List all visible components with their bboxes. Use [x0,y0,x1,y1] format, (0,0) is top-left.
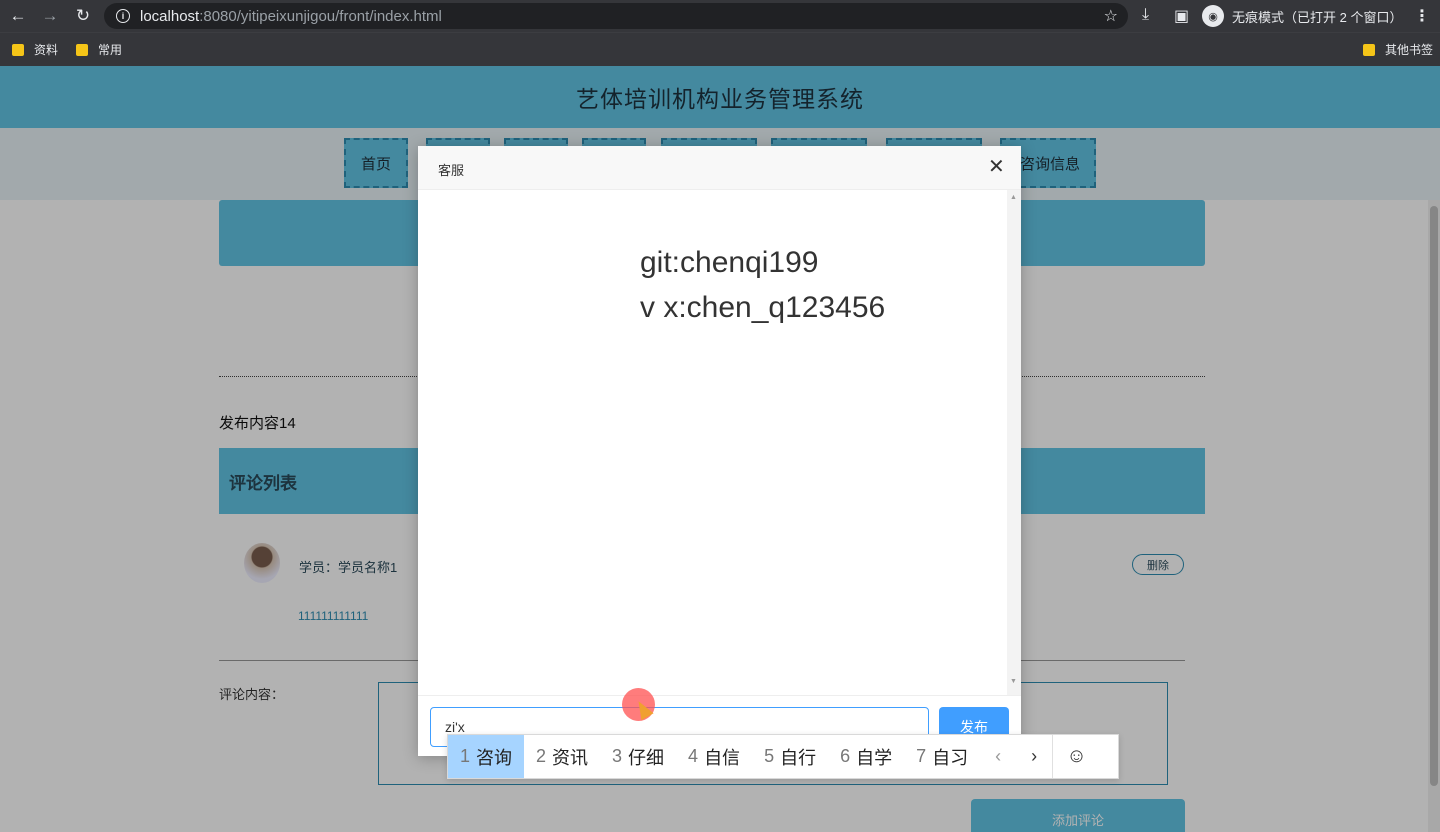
ime-candidate[interactable]: 6 自学 [828,735,904,778]
incognito-label: 无痕模式（已打开 2 个窗口） [1232,9,1403,25]
ime-candidate[interactable]: 7 自习 [904,735,980,778]
ime-prev-icon[interactable]: ‹ [980,735,1016,778]
bookmark-folder-changyong[interactable]: 常用 [76,41,122,58]
address-bar[interactable]: i localhost:8080/yitipeixunjigou/front/i… [104,3,1128,29]
forward-icon[interactable]: → [39,5,61,27]
ime-next-icon[interactable]: › [1016,735,1052,778]
bookmark-label: 常用 [98,43,123,57]
site-info-icon[interactable]: i [116,9,130,23]
url-path: :8080/yitipeixunjigou/front/index.html [199,7,442,25]
chat-messages: git:chenqi199 v x:chen_q123456 [418,190,1021,695]
chat-message: v x:chen_q123456 [640,291,886,324]
chat-message: git:chenqi199 [640,246,819,279]
bookmark-label: 资料 [34,43,59,57]
folder-icon [1363,43,1375,56]
ime-candidate[interactable]: 4 自信 [676,735,752,778]
ime-candidate[interactable]: 1 咨询 [448,735,525,778]
other-bookmarks[interactable]: 其他书签 [1363,41,1433,58]
ime-candidate[interactable]: 2 资讯 [524,735,600,778]
folder-icon [76,43,88,56]
close-icon[interactable]: ✕ [988,157,1005,177]
emoji-icon[interactable]: ☺ [1052,735,1100,778]
back-icon[interactable]: ← [7,5,29,27]
customer-service-dialog: 客服 ✕ git:chenqi199 v x:chen_q123456 ▲ ▼ … [418,146,1021,756]
download-icon[interactable]: ⤓ [1142,6,1149,24]
side-panel-icon[interactable]: ▣ [1174,6,1189,26]
ime-candidate[interactable]: 3 仔细 [600,735,676,778]
bookmark-star-icon[interactable]: ☆ [1104,6,1118,26]
bookmark-folder-ziliao[interactable]: 资料 [12,41,58,58]
incognito-icon: ◉ [1202,5,1224,27]
ime-candidate[interactable]: 5 自行 [752,735,828,778]
incognito-indicator[interactable]: ◉ 无痕模式（已打开 2 个窗口） [1202,4,1403,28]
browser-toolbar: ← → ↻ i localhost:8080/yitipeixunjigou/f… [0,0,1440,32]
dialog-title: 客服 [438,163,465,178]
dialog-header: 客服 ✕ [418,146,1021,190]
bookmark-label: 其他书签 [1385,43,1434,57]
url-host: localhost [140,7,200,25]
ime-candidate-bar: 1 咨询 2 资讯 3 仔细 4 自信 5 自行 6 自学 7 自习 ‹ › ☺ [447,734,1119,779]
reload-icon[interactable]: ↻ [72,5,94,27]
scroll-down-icon[interactable]: ▼ [1010,678,1017,685]
scroll-up-icon[interactable]: ▲ [1010,194,1017,201]
chat-scrollbar[interactable]: ▲ ▼ [1007,190,1021,695]
browser-menu-icon[interactable]: ⋮ [1414,6,1430,26]
bookmarks-bar: 资料 常用 其他书签 [0,32,1440,66]
folder-icon [12,43,24,56]
